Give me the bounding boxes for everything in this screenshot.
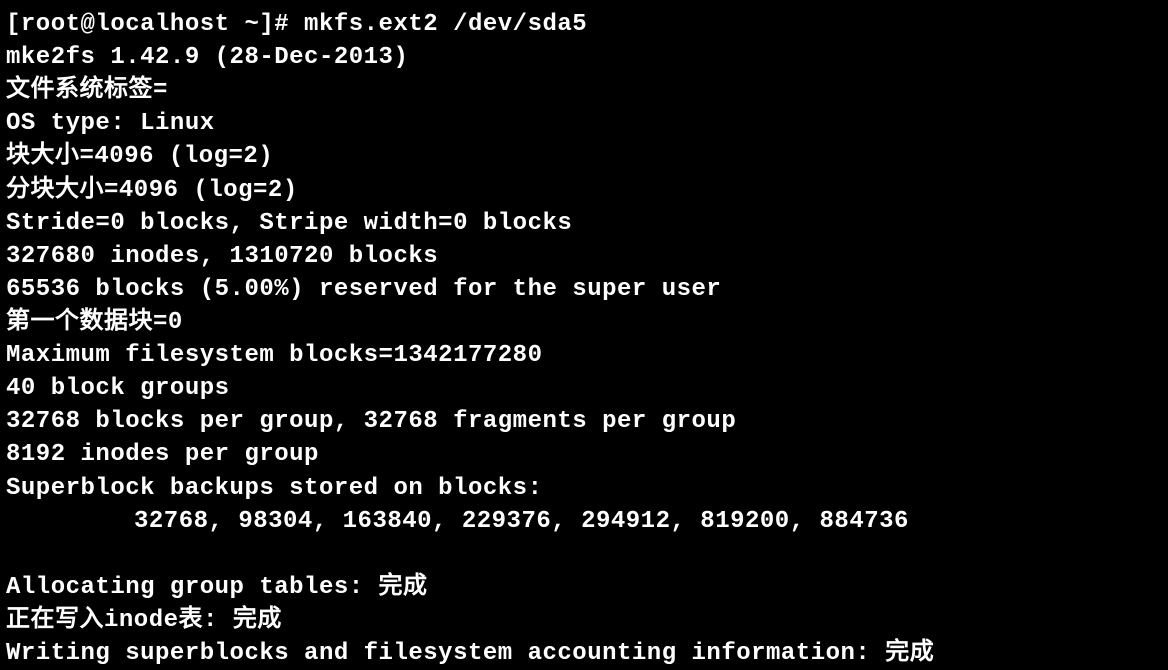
output-line: 正在写入inode表: 完成 — [6, 604, 1162, 637]
output-line: 分块大小=4096 (log=2) — [6, 174, 1162, 207]
output-line: 第一个数据块=0 — [6, 306, 1162, 339]
output-line: 8192 inodes per group — [6, 438, 1162, 471]
output-line: 327680 inodes, 1310720 blocks — [6, 240, 1162, 273]
output-line: Stride=0 blocks, Stripe width=0 blocks — [6, 207, 1162, 240]
output-line: 32768 blocks per group, 32768 fragments … — [6, 405, 1162, 438]
output-line: 文件系统标签= — [6, 74, 1162, 107]
prompt-line: [root@localhost ~]# mkfs.ext2 /dev/sda5 — [6, 8, 1162, 41]
terminal-output[interactable]: [root@localhost ~]# mkfs.ext2 /dev/sda5 … — [6, 8, 1162, 670]
command-text: mkfs.ext2 /dev/sda5 — [304, 11, 587, 38]
blank-line — [6, 538, 1162, 571]
output-line: Writing superblocks and filesystem accou… — [6, 637, 1162, 670]
output-line: OS type: Linux — [6, 107, 1162, 140]
output-line: 32768, 98304, 163840, 229376, 294912, 81… — [6, 505, 1162, 538]
output-line: Allocating group tables: 完成 — [6, 571, 1162, 604]
output-line: Superblock backups stored on blocks: — [6, 472, 1162, 505]
output-line: 40 block groups — [6, 372, 1162, 405]
shell-prompt: [root@localhost ~]# — [6, 11, 304, 38]
output-line: Maximum filesystem blocks=1342177280 — [6, 339, 1162, 372]
output-line: 块大小=4096 (log=2) — [6, 140, 1162, 173]
output-line: mke2fs 1.42.9 (28-Dec-2013) — [6, 41, 1162, 74]
output-line: 65536 blocks (5.00%) reserved for the su… — [6, 273, 1162, 306]
